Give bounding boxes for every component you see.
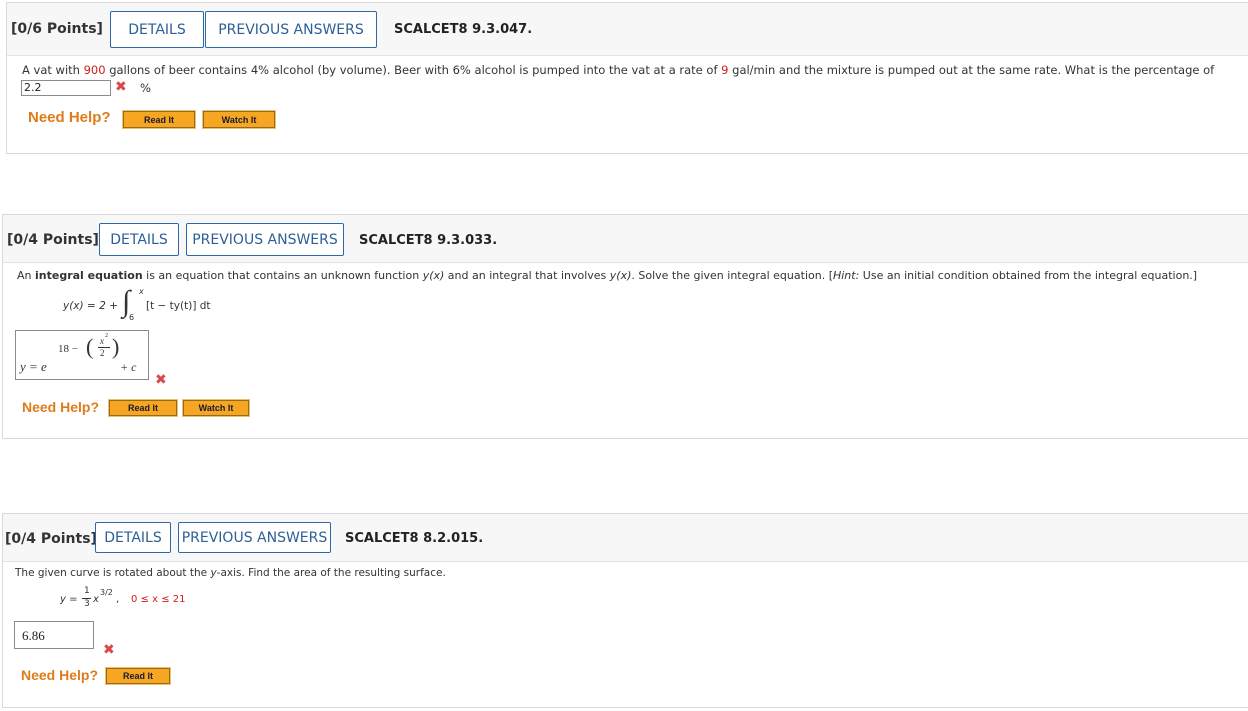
- question-text: A vat with 900 gallons of beer contains …: [22, 63, 1215, 77]
- integral-upper-limit: x: [139, 287, 144, 296]
- points-label: [0/4 Points]: [7, 232, 99, 248]
- need-help-label: Need Help?: [21, 667, 99, 683]
- question-code: SCALCET8 8.2.015.: [345, 531, 484, 546]
- previous-answers-button[interactable]: PREVIOUS ANSWERS: [186, 223, 344, 256]
- integral-lower-limit: 6: [129, 313, 135, 322]
- details-button[interactable]: DETAILS: [99, 223, 179, 256]
- equation-lhs: y =: [60, 594, 78, 605]
- need-help-label: Need Help?: [28, 109, 111, 126]
- question-code: SCALCET8 9.3.033.: [359, 233, 498, 248]
- read-it-button[interactable]: Read It: [108, 399, 178, 417]
- fraction-numerator: x: [100, 336, 104, 346]
- question-text: An integral equation is an equation that…: [17, 269, 1198, 282]
- equation-comma: ,: [116, 594, 120, 605]
- equation-exponent: 3/2: [100, 588, 113, 597]
- answer-input[interactable]: 6.86: [14, 621, 94, 649]
- details-button[interactable]: DETAILS: [95, 522, 171, 553]
- equation-range: 0 ≤ x ≤ 21: [131, 594, 186, 605]
- read-it-button[interactable]: Read It: [105, 667, 171, 685]
- details-button[interactable]: DETAILS: [110, 11, 204, 48]
- answer-constant: + c: [120, 360, 137, 374]
- watch-it-button[interactable]: Watch It: [182, 399, 250, 417]
- answer-exponent: 18 −: [58, 343, 78, 355]
- fraction-denominator: 3: [84, 599, 90, 609]
- equation-lhs: y(x) = 2 +: [63, 300, 118, 312]
- answer-base: y = e: [20, 359, 47, 374]
- watch-it-button[interactable]: Watch It: [202, 110, 276, 129]
- previous-answers-button[interactable]: PREVIOUS ANSWERS: [178, 522, 331, 553]
- read-it-button[interactable]: Read It: [122, 110, 196, 129]
- integrand: [t − ty(t)] dt: [146, 300, 211, 312]
- question-card-3: [0/4 Points] DETAILS PREVIOUS ANSWERS SC…: [2, 513, 1248, 708]
- answer-input[interactable]: y = e 18 − ( x 2 2 ) + c: [15, 330, 149, 380]
- question-text: The given curve is rotated about the y-a…: [15, 567, 446, 579]
- right-paren: ): [112, 334, 120, 359]
- answer-input[interactable]: 2.2: [21, 80, 111, 96]
- fraction-numerator-power: 2: [105, 333, 108, 339]
- question-card-1: [0/6 Points] DETAILS PREVIOUS ANSWERS SC…: [6, 2, 1248, 154]
- incorrect-icon: ✖: [155, 372, 167, 388]
- need-help-label: Need Help?: [22, 399, 100, 415]
- previous-answers-button[interactable]: PREVIOUS ANSWERS: [205, 11, 377, 48]
- question-card-2: [0/4 Points] DETAILS PREVIOUS ANSWERS SC…: [2, 214, 1248, 439]
- question-header: [0/6 Points] DETAILS PREVIOUS ANSWERS SC…: [7, 3, 1248, 56]
- question-header: [0/4 Points] DETAILS PREVIOUS ANSWERS SC…: [3, 215, 1248, 263]
- left-paren: (: [86, 334, 94, 359]
- fraction-denominator: 2: [100, 348, 105, 358]
- equation-variable: x: [93, 594, 99, 605]
- unit-label: %: [140, 81, 151, 95]
- question-code: SCALCET8 9.3.047.: [394, 22, 533, 37]
- points-label: [0/4 Points]: [5, 531, 97, 547]
- points-label: [0/6 Points]: [11, 21, 103, 37]
- incorrect-icon: ✖: [115, 79, 127, 95]
- fraction-numerator: 1: [84, 586, 90, 596]
- question-header: [0/4 Points] DETAILS PREVIOUS ANSWERS SC…: [3, 514, 1248, 562]
- incorrect-icon: ✖: [103, 642, 115, 658]
